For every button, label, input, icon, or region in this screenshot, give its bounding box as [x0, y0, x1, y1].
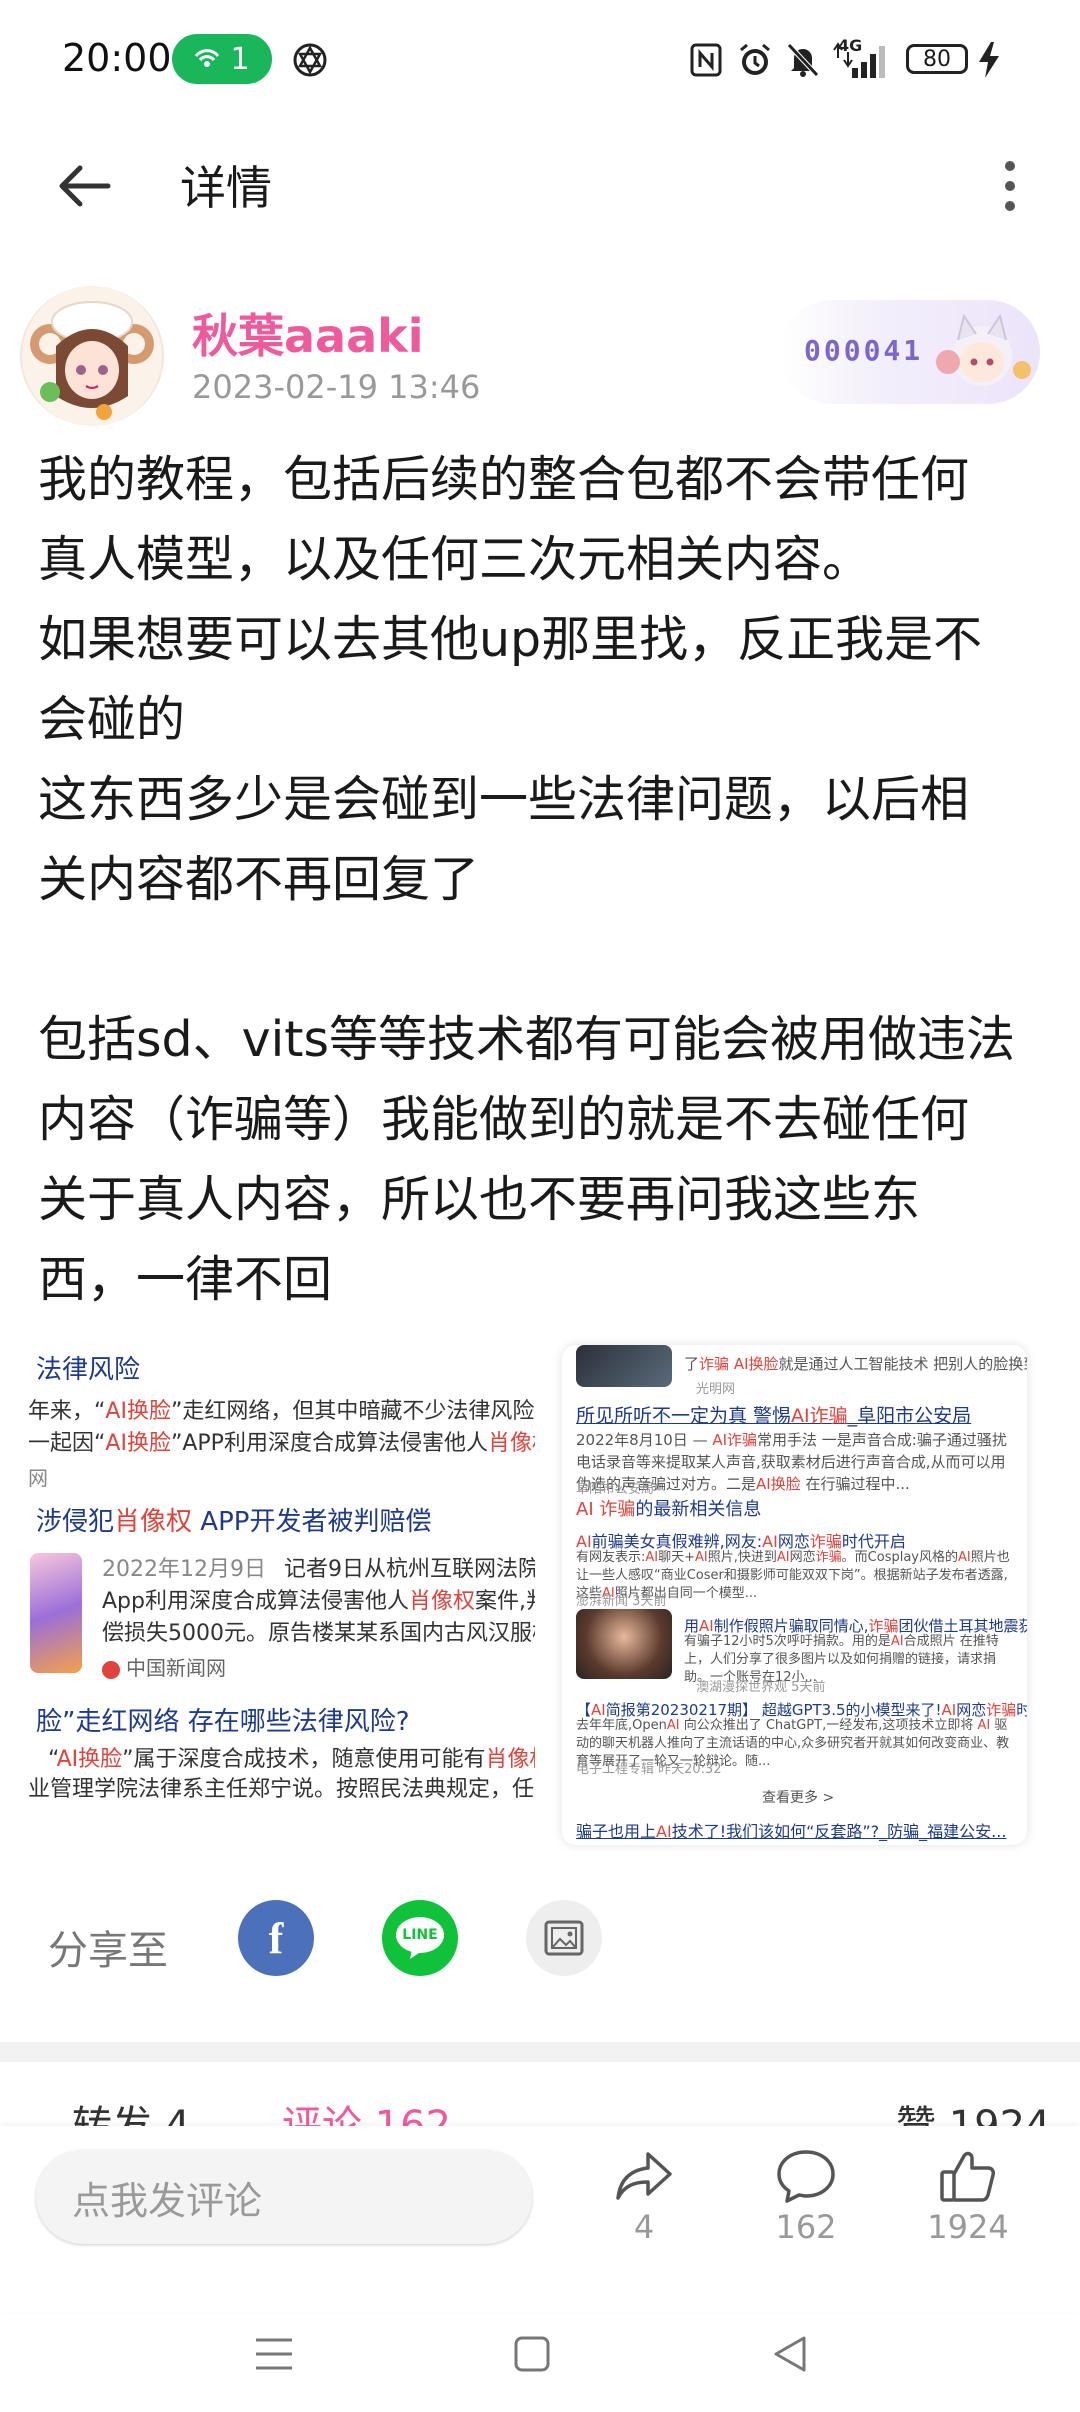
- image-heading: 涉侵犯肖像权 APP开发者被判赔偿: [36, 1507, 432, 1537]
- post-image-left[interactable]: 法律风险 年来，“AI换脸”走红网络，但其中暗藏不少法律风险和侵权纠纷 一起因“…: [0, 1345, 535, 1805]
- image-news-date: 2022年12月9日: [102, 1557, 266, 1582]
- share-action-button[interactable]: 4: [584, 2146, 704, 2256]
- image-source: 电子工程专辑 昨天20:32: [576, 1762, 722, 1777]
- battery-icon: 80: [906, 44, 968, 74]
- status-time: 20:00: [62, 36, 172, 80]
- more-dot: [1005, 201, 1015, 211]
- article-thumbnail: [576, 1609, 672, 1679]
- image-text-line: 了诈骗 AI换脸就是通过人工智能技术 把别人的脸换到自...: [684, 1355, 1027, 1373]
- image-heading: 法律风险: [36, 1355, 141, 1385]
- more-dot: [1005, 181, 1015, 191]
- home-square-icon: [514, 2336, 550, 2372]
- share-facebook-button[interactable]: f: [238, 1900, 314, 1976]
- image-text-line: 一起因“AI换脸”APP利用深度合成算法侵害他人肖像权的案件，: [28, 1431, 535, 1456]
- mute-icon: [784, 40, 822, 80]
- image-source: 中国新闻网: [102, 1653, 226, 1683]
- share-image-button[interactable]: [526, 1900, 602, 1976]
- battery-level: 80: [923, 46, 951, 72]
- menu-icon: [256, 2338, 292, 2370]
- page-title: 详情: [180, 161, 272, 215]
- more-vertical-icon: [1005, 161, 1015, 171]
- share-label: 分享至: [48, 1928, 168, 1974]
- image-heading: 脸”走红网络 存在哪些法律风险?: [36, 1707, 410, 1737]
- image-view-more: 查看更多 >: [762, 1790, 835, 1806]
- network-type: 4G: [838, 36, 863, 55]
- system-home-button[interactable]: [502, 2326, 562, 2382]
- more-options-button[interactable]: [982, 150, 1038, 222]
- line-app-label: LINE: [402, 1927, 438, 1943]
- facebook-icon: f: [268, 1913, 284, 1963]
- badge-character-icon: [936, 313, 1031, 386]
- fan-badge[interactable]: 000041: [780, 300, 1040, 404]
- tab-likes[interactable]: 赞 1924: [896, 2106, 1051, 2126]
- interaction-tabs: 转发 4 评论 162 赞 1924: [0, 2100, 1080, 2126]
- share-line-button[interactable]: LINE: [382, 1900, 458, 1976]
- image-link-title: 骗子也用上AI技术了!我们该如何“反套路”?_防骗_福建公安...: [576, 1822, 1007, 1841]
- image-source: 网: [28, 1466, 48, 1490]
- news-logo-icon: [102, 1660, 120, 1679]
- system-menu-button[interactable]: [244, 2326, 304, 2382]
- comment-input[interactable]: 点我发评论: [36, 2150, 532, 2244]
- article-thumbnail: [30, 1553, 82, 1673]
- image-text-line: 记者9日从杭州互联网法院获悉,该院审: [284, 1557, 535, 1582]
- article-thumbnail: [576, 1345, 672, 1387]
- author-name[interactable]: 秋葉aaaki: [192, 300, 423, 366]
- section-divider: [0, 2042, 1080, 2062]
- like-count: 1924: [927, 2208, 1009, 2246]
- comment-count: 162: [775, 2208, 837, 2246]
- image-link-title: 所见所听不一定为真 警惕AI诈骗_阜阳市公安局: [576, 1405, 972, 1427]
- gallery-icon: [544, 1920, 584, 1956]
- image-text-line: App利用深度合成算法侵害他人肖像权案件,判决App开: [102, 1589, 535, 1614]
- avatar[interactable]: [20, 286, 164, 426]
- thumbs-up-icon: [940, 2151, 995, 2202]
- nfc-icon: [688, 40, 724, 80]
- image-text-line: 年来，“AI换脸”走红网络，但其中暗藏不少法律风险和侵权纠纷: [28, 1399, 535, 1424]
- comment-bubble-icon: [777, 2150, 835, 2203]
- back-triangle-icon: [774, 2336, 806, 2372]
- tab-comments[interactable]: 评论 162: [282, 2106, 451, 2126]
- system-back-button[interactable]: [760, 2326, 820, 2382]
- post-body-text: 我的教程，包括后续的整合包都不会带任何 真人模型，以及任何三次元相关内容。 如果…: [38, 451, 1015, 1308]
- post-date: 2023-02-19 13:46: [192, 368, 481, 406]
- arrow-left-icon: [59, 165, 111, 207]
- aperture-icon: [290, 40, 330, 80]
- charging-icon: [974, 40, 1004, 80]
- hotspot-icon: [195, 49, 220, 67]
- image-section-title: AI 诈骗的最新相关信息: [576, 1499, 762, 1520]
- signal-icon: 4G: [830, 36, 886, 80]
- hotspot-count: 1: [230, 41, 250, 77]
- share-count: 4: [633, 2208, 655, 2246]
- alarm-icon: [736, 40, 774, 80]
- image-text-line: 业管理学院法律系主任郑宁说。按照民法典规定，任何组织或者: [28, 1777, 535, 1802]
- comment-action-button[interactable]: 162: [746, 2146, 866, 2256]
- tab-repost[interactable]: 转发 4: [72, 2106, 190, 2126]
- like-action-button[interactable]: 1924: [908, 2146, 1028, 2256]
- share-arrow-icon: [616, 2152, 672, 2200]
- image-text-line: 偿损失5000元。原告楼某某系国内古风汉服模特,经常: [102, 1621, 535, 1646]
- image-text-line: “AI换脸”属于深度合成技术，随意使用可能有肖像权和名誉权: [48, 1747, 535, 1772]
- back-button[interactable]: [48, 150, 120, 222]
- post-image-right[interactable]: 了诈骗 AI换脸就是通过人工智能技术 把别人的脸换到自... 光明网 所见所听不…: [562, 1345, 1027, 1845]
- image-source-name: 中国新闻网: [126, 1656, 226, 1680]
- hotspot-indicator[interactable]: 1: [172, 34, 272, 84]
- badge-number: 000041: [804, 334, 924, 367]
